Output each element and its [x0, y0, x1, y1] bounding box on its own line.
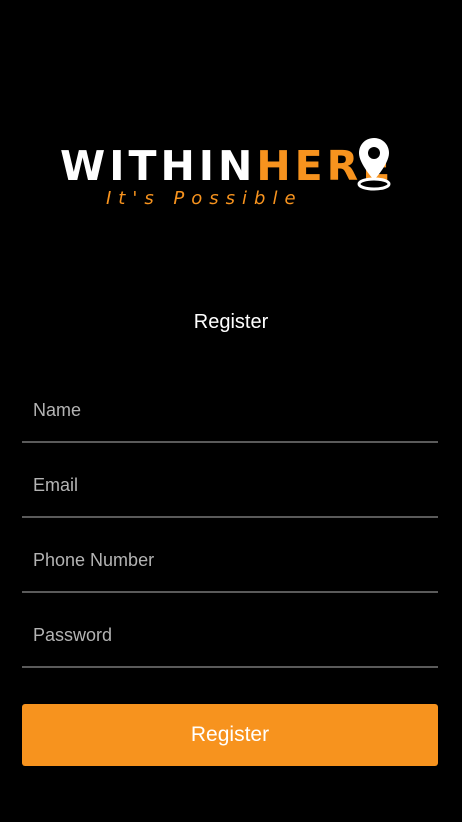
- brand-tagline: It's Possible: [106, 188, 303, 209]
- phone-number-input[interactable]: [22, 543, 438, 577]
- brand-wordmark: WITHINHERE: [60, 142, 394, 190]
- name-field: [22, 375, 438, 443]
- brand-logo: WITHINHERE It's Possible: [60, 134, 400, 214]
- name-input[interactable]: [22, 393, 438, 427]
- register-button[interactable]: Register: [22, 704, 438, 766]
- password-field: [22, 600, 438, 668]
- phone-field: [22, 525, 438, 593]
- brand-wordmark-part-1: WITHIN: [60, 142, 257, 190]
- email-field: [22, 450, 438, 518]
- location-pin-icon: [357, 138, 391, 191]
- password-input[interactable]: [22, 618, 438, 652]
- register-title: Register: [193, 311, 269, 333]
- email-input[interactable]: [22, 468, 438, 502]
